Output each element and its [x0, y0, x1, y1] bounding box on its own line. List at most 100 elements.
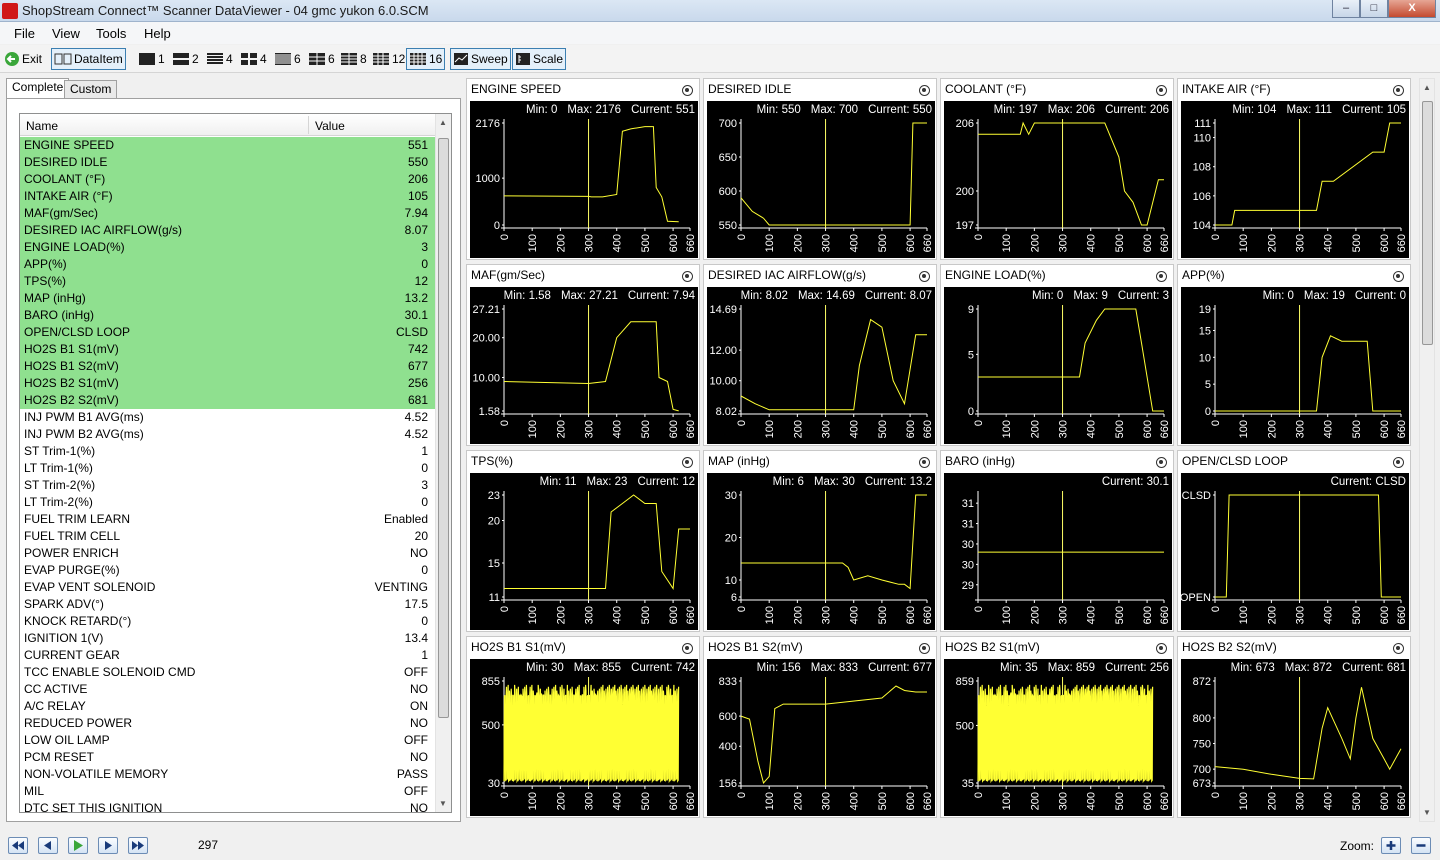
eye-icon[interactable] — [682, 457, 693, 468]
layout-2-button[interactable]: 2 — [170, 48, 201, 70]
layout-6-grid-button[interactable]: 6 — [306, 48, 337, 70]
eye-icon[interactable] — [682, 85, 693, 96]
list-item[interactable]: INTAKE AIR (°F) 105 — [20, 188, 436, 205]
scroll-down-icon[interactable]: ▼ — [439, 799, 447, 808]
graph-panel[interactable]: HO2S B2 S2(mV) Min: 673 Max: 872 Current: 6… — [1177, 636, 1411, 818]
prev-frame-button[interactable] — [38, 837, 58, 854]
eye-icon[interactable] — [1156, 643, 1167, 654]
column-header-value[interactable]: Value — [315, 119, 345, 133]
eye-icon[interactable] — [682, 643, 693, 654]
eye-icon[interactable] — [682, 271, 693, 282]
menu-tools[interactable]: Tools — [96, 26, 126, 41]
scroll-up-icon[interactable]: ▲ — [439, 118, 447, 127]
dataitem-button[interactable]: DataItem — [51, 48, 126, 70]
tab-custom[interactable]: Custom — [64, 80, 118, 98]
list-item[interactable]: HO2S B2 S2(mV) 681 — [20, 392, 436, 409]
list-item[interactable]: ENGINE LOAD(%) 3 — [20, 239, 436, 256]
eye-icon[interactable] — [1393, 271, 1404, 282]
graph-panel[interactable]: BARO (inHg) Current: 30.1 31 31 30 30 29 0 100 20… — [940, 450, 1174, 632]
list-item[interactable]: MAP (inHg) 13.2 — [20, 290, 436, 307]
graph-panel[interactable]: DESIRED IAC AIRFLOW(g/s) Min: 8.02 Max: 14… — [703, 264, 937, 446]
list-item[interactable]: MAF(gm/Sec) 7.94 — [20, 205, 436, 222]
graph-panel[interactable]: COOLANT (°F) Min: 197 Max: 206 Current: 206… — [940, 78, 1174, 260]
graph-panel[interactable]: ENGINE SPEED Min: 0 Max: 2176 Current: 551 2… — [466, 78, 700, 260]
graph-panel[interactable]: HO2S B1 S1(mV) Min: 30 Max: 855 Current: 74… — [466, 636, 700, 818]
zoom-in-button[interactable] — [1381, 837, 1401, 854]
graph-panel[interactable]: HO2S B1 S2(mV) Min: 156 Max: 833 Current: 6… — [703, 636, 937, 818]
play-button[interactable] — [68, 837, 88, 854]
graph-panel[interactable]: MAF(gm/Sec) Min: 1.58 Max: 27.21 Current: 7… — [466, 264, 700, 446]
graph-panel[interactable]: ENGINE LOAD(%) Min: 0 Max: 9 Current: 39500… — [940, 264, 1174, 446]
column-divider[interactable] — [308, 116, 309, 134]
eye-icon[interactable] — [1156, 457, 1167, 468]
graph-panel[interactable]: OPEN/CLSD LOOP Current: CLSD CLSD OPEN 0 100 2… — [1177, 450, 1411, 632]
list-item[interactable]: EVAP PURGE(%) 0 — [20, 562, 436, 579]
list-item[interactable]: APP(%) 0 — [20, 256, 436, 273]
scroll-thumb[interactable] — [1422, 101, 1433, 345]
list-item[interactable]: CURRENT GEAR 1 — [20, 647, 436, 664]
last-frame-button[interactable] — [128, 837, 148, 854]
minimize-button[interactable]: – — [1332, 0, 1360, 18]
column-header-name[interactable]: Name — [26, 119, 58, 133]
exit-button[interactable]: Exit — [2, 48, 44, 70]
scroll-up-icon[interactable]: ▲ — [1423, 83, 1431, 92]
maximize-button[interactable]: □ — [1360, 0, 1388, 18]
list-item[interactable]: COOLANT (°F) 206 — [20, 171, 436, 188]
layout-1-button[interactable]: 1 — [136, 48, 167, 70]
graph-panel[interactable]: HO2S B2 S1(mV) Min: 35 Max: 859 Current: 25… — [940, 636, 1174, 818]
close-button[interactable]: X — [1388, 0, 1436, 18]
scroll-thumb[interactable] — [438, 138, 449, 718]
list-item[interactable]: HO2S B1 S1(mV) 742 — [20, 341, 436, 358]
list-item[interactable]: POWER ENRICH NO — [20, 545, 436, 562]
layout-4-rows-button[interactable]: 4 — [204, 48, 235, 70]
next-frame-button[interactable] — [98, 837, 118, 854]
sweep-button[interactable]: Sweep — [450, 48, 511, 70]
list-item[interactable]: A/C RELAY ON — [20, 698, 436, 715]
list-item[interactable]: IGNITION 1(V) 13.4 — [20, 630, 436, 647]
list-item[interactable]: LOW OIL LAMP OFF — [20, 732, 436, 749]
list-item[interactable]: ST Trim-1(%) 1 — [20, 443, 436, 460]
list-item[interactable]: FUEL TRIM LEARN Enabled — [20, 511, 436, 528]
graph-panel[interactable]: DESIRED IDLE Min: 550 Max: 700 Current: 550… — [703, 78, 937, 260]
list-item[interactable]: HO2S B1 S2(mV) 677 — [20, 358, 436, 375]
list-item[interactable]: KNOCK RETARD(°) 0 — [20, 613, 436, 630]
list-item[interactable]: LT Trim-2(%) 0 — [20, 494, 436, 511]
eye-icon[interactable] — [919, 85, 930, 96]
list-item[interactable]: LT Trim-1(%) 0 — [20, 460, 436, 477]
eye-icon[interactable] — [1393, 643, 1404, 654]
eye-icon[interactable] — [1393, 85, 1404, 96]
eye-icon[interactable] — [919, 643, 930, 654]
scroll-down-icon[interactable]: ▼ — [1423, 808, 1431, 817]
layout-6-rows-button[interactable]: 6 — [272, 48, 303, 70]
menu-file[interactable]: File — [14, 26, 35, 41]
list-item[interactable]: CC ACTIVE NO — [20, 681, 436, 698]
list-item[interactable]: DTC SET THIS IGNITION NO — [20, 800, 436, 812]
layout-8-button[interactable]: 8 — [338, 48, 369, 70]
layout-4-grid-button[interactable]: 4 — [238, 48, 269, 70]
list-scrollbar[interactable]: ▲ ▼ — [435, 114, 451, 812]
scale-button[interactable]: Scale — [512, 48, 567, 70]
list-item[interactable]: INJ PWM B2 AVG(ms) 4.52 — [20, 426, 436, 443]
layout-12-button[interactable]: 12 — [370, 48, 407, 70]
list-item[interactable]: INJ PWM B1 AVG(ms) 4.52 — [20, 409, 436, 426]
list-item[interactable]: PCM RESET NO — [20, 749, 436, 766]
first-frame-button[interactable] — [8, 837, 28, 854]
graph-panel[interactable]: APP(%) Min: 0 Max: 19 Current: 0 19 15 10 5 0 0 10… — [1177, 264, 1411, 446]
graph-panel[interactable]: TPS(%) Min: 11 Max: 23 Current: 12 23 20 15 11 0… — [466, 450, 700, 632]
graph-scrollbar[interactable]: ▲ ▼ — [1419, 78, 1435, 822]
list-item[interactable]: REDUCED POWER NO — [20, 715, 436, 732]
list-item[interactable]: DESIRED IAC AIRFLOW(g/s) 8.07 — [20, 222, 436, 239]
list-item[interactable]: DESIRED IDLE 550 — [20, 154, 436, 171]
eye-icon[interactable] — [1156, 85, 1167, 96]
list-item[interactable]: TPS(%) 12 — [20, 273, 436, 290]
eye-icon[interactable] — [919, 457, 930, 468]
menu-view[interactable]: View — [52, 26, 80, 41]
list-item[interactable]: SPARK ADV(°) 17.5 — [20, 596, 436, 613]
layout-16-button[interactable]: 16 — [406, 48, 446, 70]
list-item[interactable]: ENGINE SPEED 551 — [20, 137, 436, 154]
list-item[interactable]: ST Trim-2(%) 3 — [20, 477, 436, 494]
list-item[interactable]: FUEL TRIM CELL 20 — [20, 528, 436, 545]
zoom-out-button[interactable] — [1411, 837, 1431, 854]
eye-icon[interactable] — [919, 271, 930, 282]
list-item[interactable]: BARO (inHg) 30.1 — [20, 307, 436, 324]
